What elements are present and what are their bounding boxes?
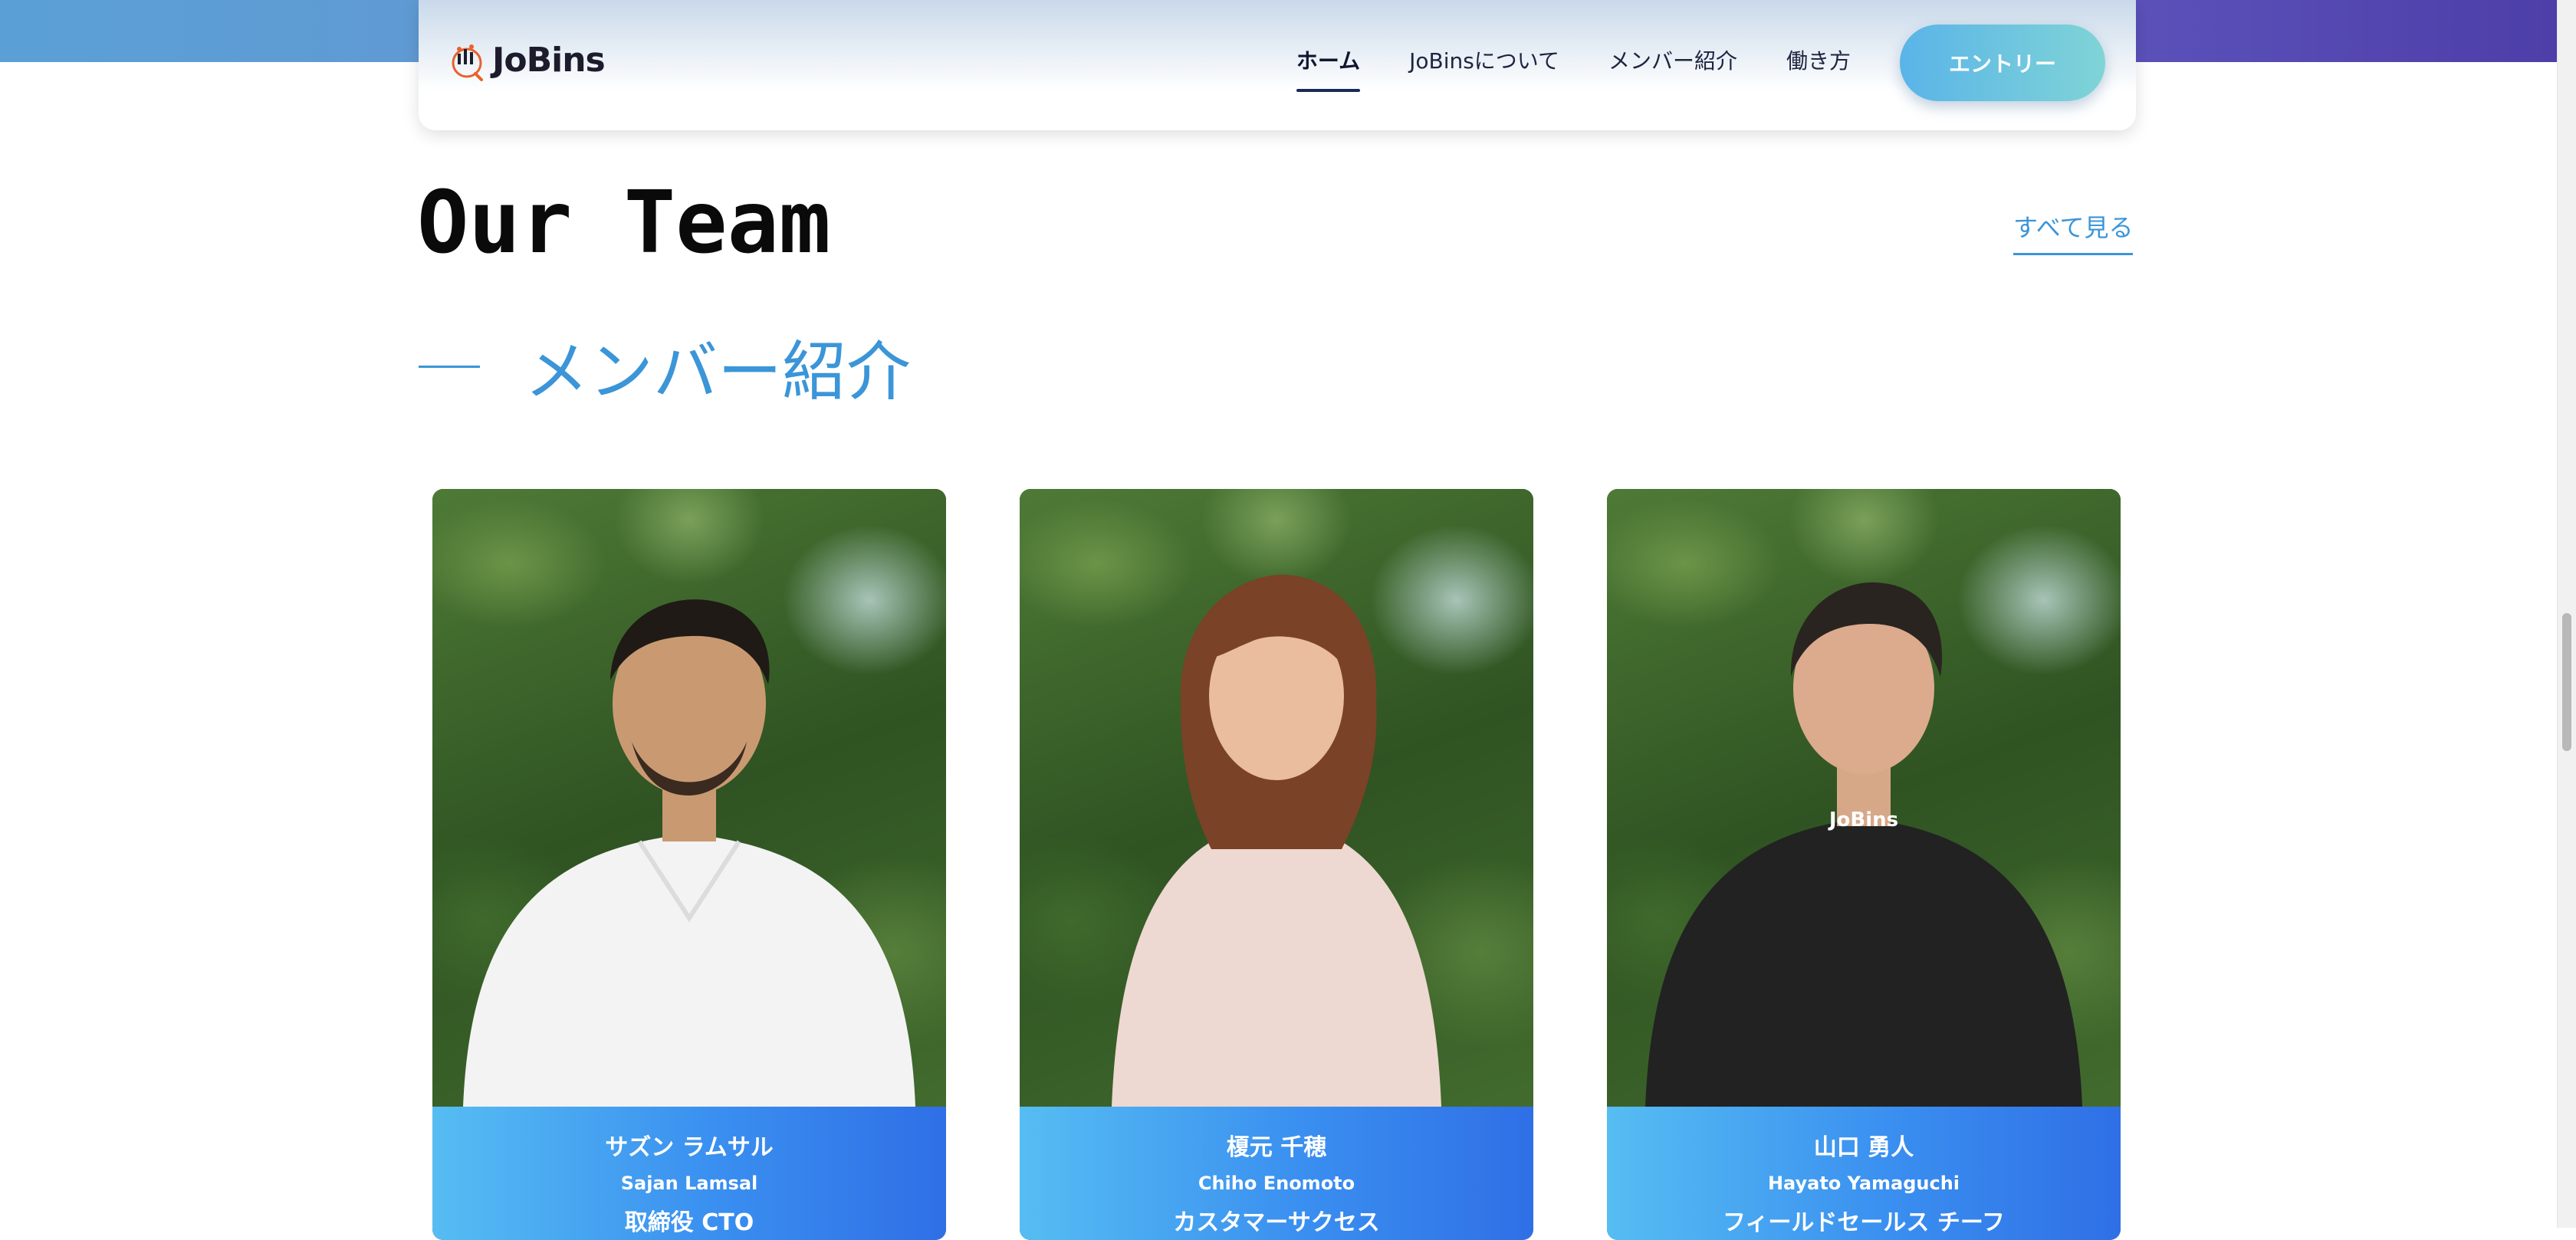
nav-members[interactable]: メンバー紹介 — [1608, 44, 1737, 92]
member-name-ja: 榎元 千穂 — [1226, 1134, 1327, 1161]
section-title: Our Team — [417, 173, 831, 273]
member-name-en: Hayato Yamaguchi — [1767, 1173, 1960, 1194]
member-name-ja: 山口 勇人 — [1813, 1134, 1914, 1161]
site-header: JoBins ホーム JoBinsについて メンバー紹介 働き方 エントリー — [419, 0, 2136, 130]
member-card[interactable]: サズン ラムサル Sajan Lamsal 取締役 CTO — [432, 489, 946, 1240]
section-subtitle: メンバー紹介 — [419, 320, 911, 413]
main-nav: ホーム JoBinsについて メンバー紹介 働き方 — [1296, 44, 1851, 92]
member-photo: JoBins — [1607, 489, 2121, 1107]
member-card[interactable]: JoBins 山口 勇人 Hayato Yamaguchi フィールドセールス … — [1607, 489, 2121, 1240]
member-info: 山口 勇人 Hayato Yamaguchi フィールドセールス チーフ — [1607, 1107, 2121, 1240]
member-name-en: Chiho Enomoto — [1198, 1173, 1355, 1194]
shirt-logo: JoBins — [1828, 809, 1898, 832]
member-info: 榎元 千穂 Chiho Enomoto カスタマーサクセス — [1020, 1107, 1533, 1240]
member-photo — [1020, 489, 1533, 1107]
member-name-ja: サズン ラムサル — [605, 1134, 774, 1161]
subtitle-text: メンバー紹介 — [524, 334, 912, 409]
entry-button[interactable]: エントリー — [1900, 25, 2105, 101]
logo-icon — [452, 44, 483, 81]
member-card[interactable]: 榎元 千穂 Chiho Enomoto カスタマーサクセス — [1020, 489, 1533, 1240]
member-photo — [432, 489, 946, 1107]
person-illustration: JoBins — [1645, 582, 2082, 1107]
member-role: フィールドセールス チーフ — [1722, 1209, 2006, 1236]
see-all-link[interactable]: すべて見る — [2013, 208, 2134, 255]
member-role: カスタマーサクセス — [1173, 1209, 1380, 1236]
nav-work-style[interactable]: 働き方 — [1786, 44, 1851, 92]
member-role: 取締役 CTO — [624, 1209, 754, 1236]
scrollbar-thumb[interactable] — [2562, 613, 2571, 751]
logo[interactable]: JoBins — [448, 38, 606, 81]
logo-text: JoBins — [492, 40, 606, 80]
member-info: サズン ラムサル Sajan Lamsal 取締役 CTO — [432, 1107, 946, 1240]
page-scrollbar[interactable] — [2557, 0, 2576, 1228]
nav-home[interactable]: ホーム — [1296, 44, 1361, 92]
member-name-en: Sajan Lamsal — [620, 1173, 758, 1194]
person-illustration — [463, 599, 915, 1107]
subtitle-dash — [419, 366, 480, 368]
person-illustration — [1112, 574, 1441, 1107]
nav-about-jobins[interactable]: JoBinsについて — [1409, 44, 1559, 92]
